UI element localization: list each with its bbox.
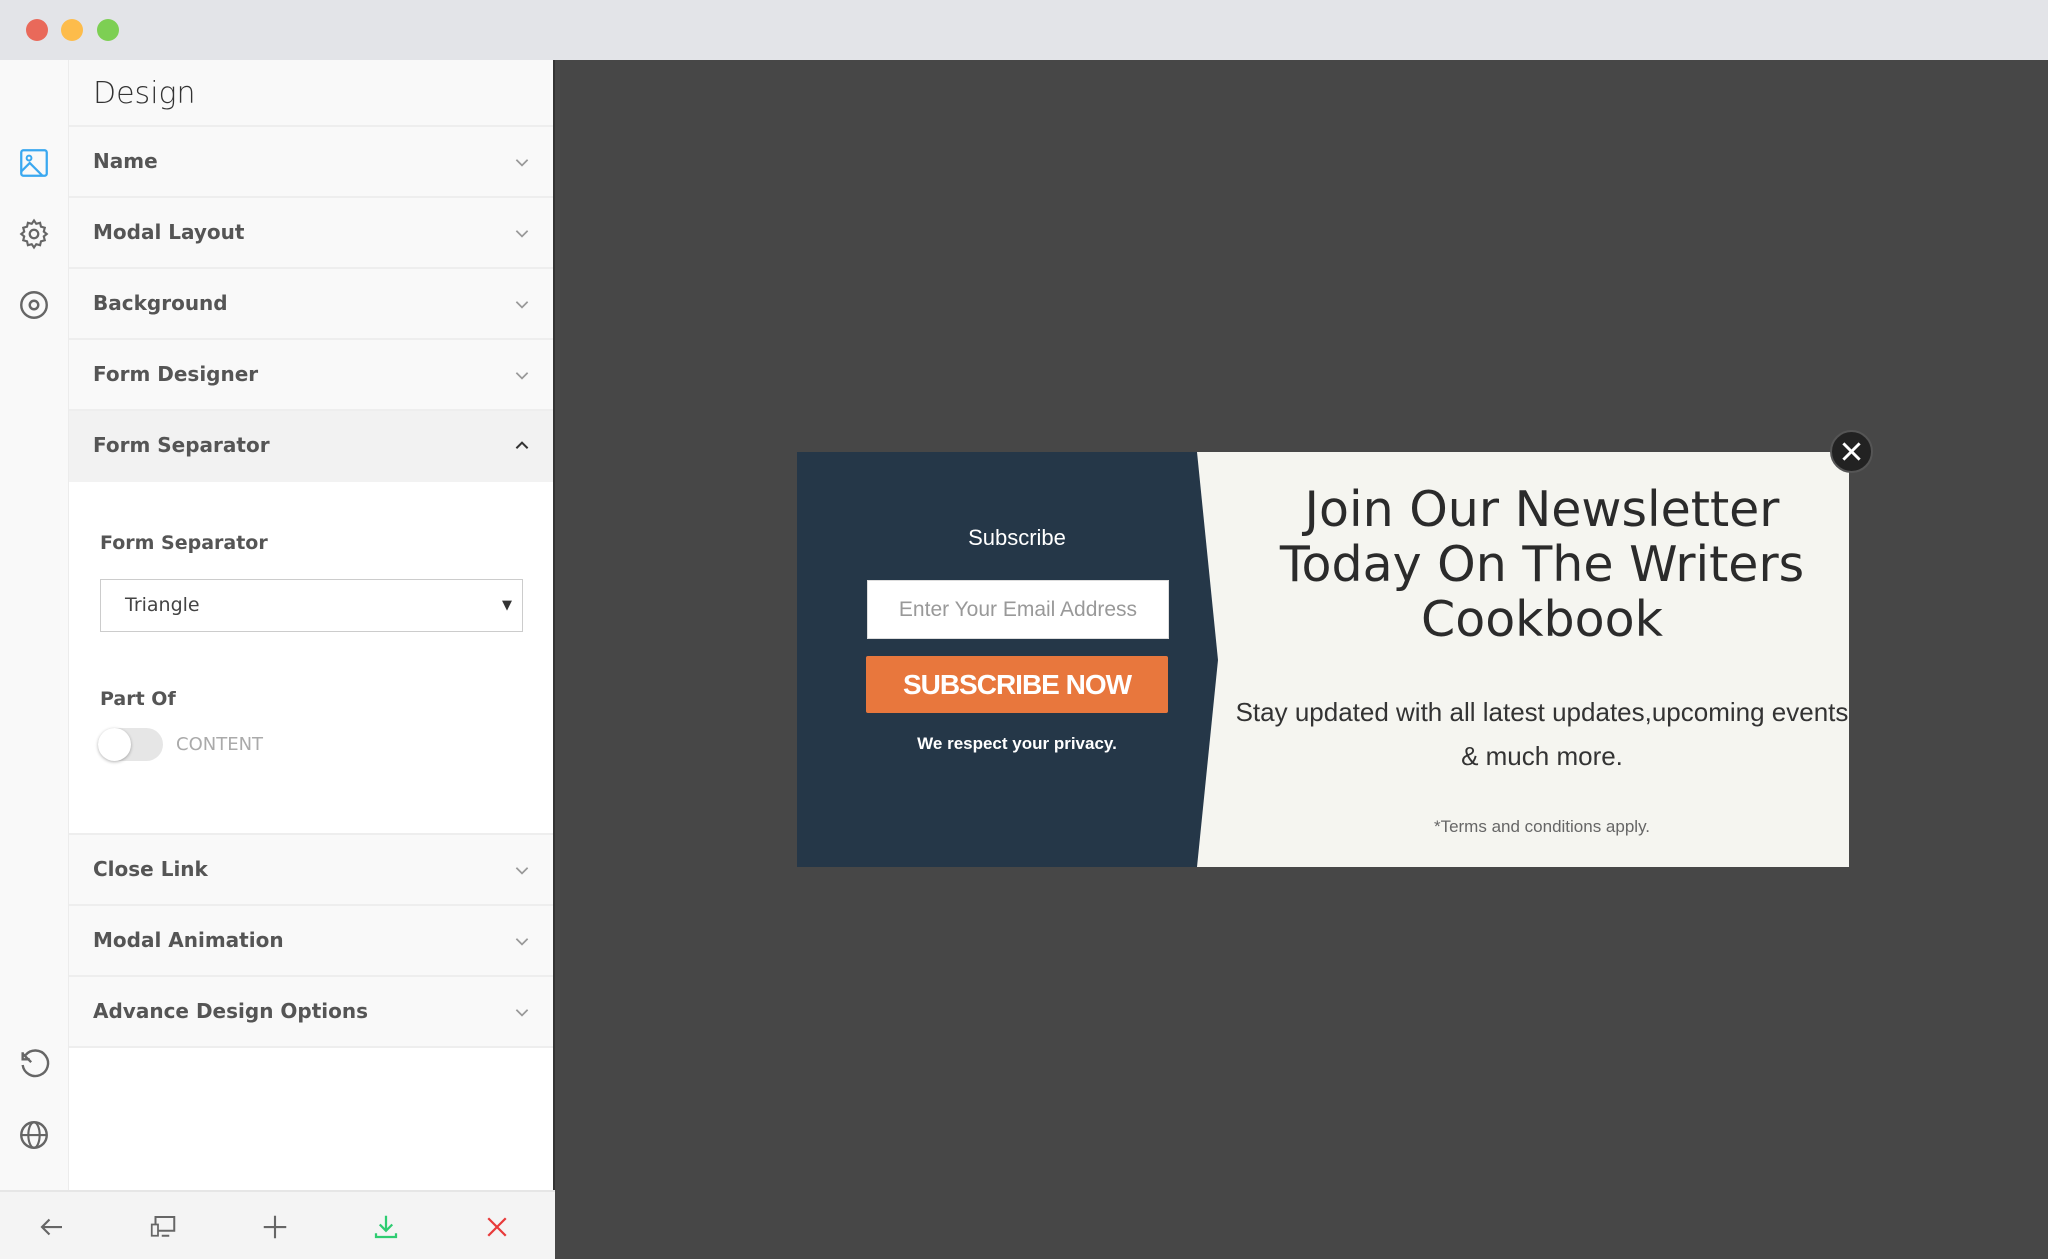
section-modal-layout[interactable]: Modal Layout (69, 198, 553, 269)
chevron-down-icon (515, 867, 529, 875)
modal-headline: Join Our Newsletter Today On The Writers… (1279, 481, 1805, 648)
download-icon[interactable] (371, 1212, 401, 1242)
panel-title: Design (69, 60, 553, 127)
plus-icon[interactable] (260, 1212, 290, 1242)
section-advance-design-options[interactable]: Advance Design Options (69, 977, 553, 1048)
newsletter-modal-preview: Subscribe Enter Your Email Address SUBSC… (797, 452, 1849, 867)
window-maximize-button[interactable] (97, 19, 119, 41)
window-close-button[interactable] (26, 19, 48, 41)
globe-icon[interactable] (17, 1118, 51, 1152)
section-label: Close Link (93, 857, 208, 881)
section-name[interactable]: Name (69, 127, 553, 198)
dropdown-arrow-icon: ▼ (502, 598, 512, 613)
section-label: Modal Animation (93, 928, 284, 952)
window-titlebar (0, 0, 2048, 60)
chevron-up-icon (515, 441, 529, 449)
form-separator-content: Form Separator Triangle ▼ Part Of CONTENT (69, 482, 553, 835)
form-separator-select[interactable]: Triangle ▼ (100, 579, 523, 632)
section-form-separator[interactable]: Form Separator (69, 411, 553, 482)
section-label: Name (93, 149, 158, 173)
icon-rail (0, 60, 69, 1190)
section-label: Form Designer (93, 362, 259, 386)
section-close-link[interactable]: Close Link (69, 835, 553, 906)
back-arrow-icon[interactable] (37, 1212, 67, 1242)
gear-icon[interactable] (17, 217, 51, 251)
toggle-label: CONTENT (176, 734, 264, 755)
history-icon[interactable] (17, 1048, 51, 1082)
chevron-down-icon (515, 372, 529, 380)
section-label: Advance Design Options (93, 999, 369, 1023)
terms-note: *Terms and conditions apply. (1433, 817, 1651, 836)
chevron-down-icon (515, 1009, 529, 1017)
email-input[interactable]: Enter Your Email Address (867, 580, 1169, 639)
privacy-note: We respect your privacy. (917, 734, 1117, 753)
subscribe-heading: Subscribe (968, 525, 1066, 550)
part-of-toggle[interactable] (98, 728, 163, 761)
section-background[interactable]: Background (69, 269, 553, 340)
toggle-knob (98, 728, 131, 761)
subscribe-now-button[interactable]: SUBSCRIBE NOW (866, 656, 1168, 713)
chevron-down-icon (515, 230, 529, 238)
chevron-down-icon (515, 938, 529, 946)
section-form-designer[interactable]: Form Designer (69, 340, 553, 411)
bottom-toolbar (0, 1190, 555, 1259)
devices-icon[interactable] (148, 1212, 178, 1242)
chevron-down-icon (515, 159, 529, 167)
close-x-icon[interactable] (482, 1212, 512, 1242)
image-icon[interactable] (17, 146, 51, 180)
window-minimize-button[interactable] (61, 19, 83, 41)
chevron-down-icon (515, 301, 529, 309)
section-label: Modal Layout (93, 220, 245, 244)
modal-close-button[interactable] (1830, 430, 1873, 473)
design-panel: Design Name Modal Layout Background Form… (69, 60, 555, 1190)
close-icon (1842, 442, 1861, 461)
section-label: Background (93, 291, 228, 315)
select-value: Triangle (125, 594, 200, 616)
section-label: Form Separator (93, 433, 270, 457)
target-icon[interactable] (17, 288, 51, 322)
modal-subtext: Stay updated with all latest updates,upc… (1235, 697, 1849, 771)
form-separator-label: Form Separator (100, 532, 268, 554)
section-modal-animation[interactable]: Modal Animation (69, 906, 553, 977)
part-of-label: Part Of (100, 688, 176, 710)
